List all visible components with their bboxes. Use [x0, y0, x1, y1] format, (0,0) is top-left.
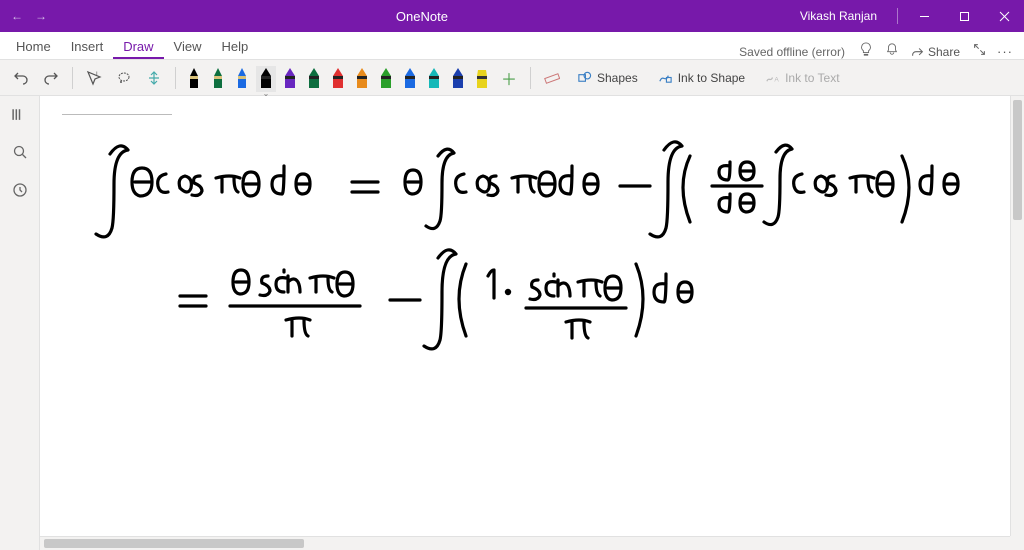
- share-label: Share: [928, 45, 960, 59]
- undo-button[interactable]: [8, 65, 34, 91]
- draw-toolbar: I ⌄ ＋ Shapes Ink to Shape A Ink to Text: [0, 60, 1024, 96]
- ink-to-text-button: A Ink to Text: [757, 65, 847, 91]
- marker-pen-8[interactable]: [376, 66, 396, 92]
- marker-pen-6[interactable]: [328, 66, 348, 92]
- ribbon-tabs: Home Insert Draw View Help Saved offline…: [0, 32, 1024, 60]
- ink-to-shape-label: Ink to Shape: [678, 71, 745, 85]
- nav-back-button[interactable]: ←: [8, 9, 26, 23]
- vertical-scrollbar[interactable]: [1010, 96, 1024, 536]
- handwriting-ink: [40, 96, 1010, 526]
- horizontal-scrollbar[interactable]: [40, 536, 1010, 550]
- ink-to-shape-button[interactable]: Ink to Shape: [650, 65, 753, 91]
- body-area: [0, 96, 1024, 550]
- divider: [897, 8, 898, 24]
- shapes-label: Shapes: [597, 71, 638, 85]
- scroll-corner: [1010, 536, 1024, 550]
- separator: [530, 67, 531, 89]
- marker-pen-4[interactable]: [280, 66, 300, 92]
- tab-insert[interactable]: Insert: [61, 33, 114, 59]
- text-select-button[interactable]: I: [81, 65, 107, 91]
- svg-text:I: I: [96, 72, 98, 78]
- pen-pen-0[interactable]: [184, 66, 204, 92]
- user-name[interactable]: Vikash Ranjan: [786, 9, 891, 23]
- tab-draw[interactable]: Draw: [113, 33, 163, 59]
- tab-home[interactable]: Home: [6, 33, 61, 59]
- marker-pen-7[interactable]: [352, 66, 372, 92]
- close-button[interactable]: [984, 0, 1024, 32]
- shapes-button[interactable]: Shapes: [569, 65, 646, 91]
- add-pen-button[interactable]: ＋: [496, 65, 522, 91]
- pen-pen-2[interactable]: [232, 66, 252, 92]
- ink-to-text-label: Ink to Text: [785, 71, 839, 85]
- svg-text:A: A: [774, 76, 779, 83]
- search-button[interactable]: [10, 142, 30, 162]
- scroll-thumb[interactable]: [1013, 100, 1022, 220]
- marker-pen-9[interactable]: [400, 66, 420, 92]
- tab-view[interactable]: View: [164, 33, 212, 59]
- marker-pen-3[interactable]: ⌄: [256, 66, 276, 92]
- tab-help[interactable]: Help: [212, 33, 259, 59]
- left-sidebar: [0, 96, 40, 550]
- insert-space-button[interactable]: [141, 65, 167, 91]
- share-button[interactable]: Share: [905, 45, 966, 59]
- nav-forward-button[interactable]: →: [32, 9, 50, 23]
- maximize-button[interactable]: [944, 0, 984, 32]
- minimize-button[interactable]: [904, 0, 944, 32]
- marker-pen-5[interactable]: [304, 66, 324, 92]
- redo-button[interactable]: [38, 65, 64, 91]
- app-title: OneNote: [58, 9, 786, 24]
- notebooks-button[interactable]: [10, 104, 30, 124]
- lightbulb-icon[interactable]: [853, 42, 879, 59]
- highlighter-pen-12[interactable]: [472, 66, 492, 92]
- fullscreen-icon[interactable]: [966, 43, 992, 59]
- separator: [72, 67, 73, 89]
- save-status[interactable]: Saved offline (error): [739, 45, 853, 59]
- scroll-thumb[interactable]: [44, 539, 304, 548]
- titlebar: ← → OneNote Vikash Ranjan: [0, 0, 1024, 32]
- lasso-select-button[interactable]: [111, 65, 137, 91]
- recent-button[interactable]: [10, 180, 30, 200]
- marker-pen-10[interactable]: [424, 66, 444, 92]
- marker-pen-11[interactable]: [448, 66, 468, 92]
- pen-pen-1[interactable]: [208, 66, 228, 92]
- ruler-button[interactable]: [539, 65, 565, 91]
- note-canvas[interactable]: [40, 96, 1024, 550]
- bell-icon[interactable]: [879, 42, 905, 59]
- more-icon[interactable]: ···: [992, 44, 1018, 59]
- separator: [175, 67, 176, 89]
